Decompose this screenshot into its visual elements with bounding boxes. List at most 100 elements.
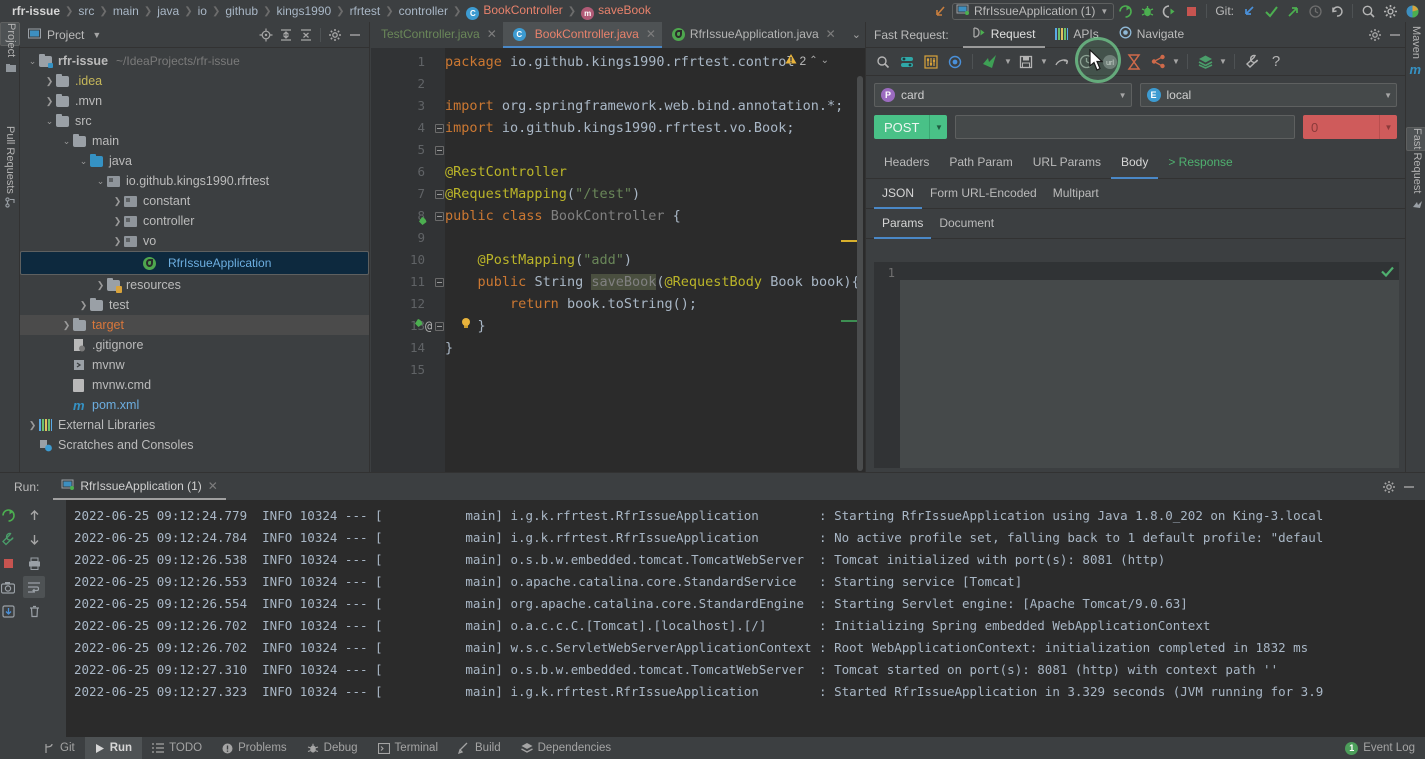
status-bar-item[interactable]: Terminal	[368, 737, 448, 759]
breadcrumb-item[interactable]: controller	[395, 4, 452, 18]
tree-node[interactable]: ❯target	[20, 315, 369, 335]
debug-icon[interactable]	[1136, 1, 1158, 21]
stop-icon[interactable]	[1180, 1, 1202, 21]
chevron-down-icon[interactable]: ▼	[1100, 7, 1108, 16]
chevron-right-icon[interactable]: ❯	[77, 300, 90, 311]
sidebar-item-fast-request[interactable]: Fast Request	[1406, 127, 1425, 151]
wrench-icon[interactable]	[1241, 51, 1263, 73]
expand-all-icon[interactable]	[276, 25, 296, 45]
stop-icon[interactable]	[0, 552, 19, 574]
editor-tab[interactable]: TestController.java✕	[371, 22, 503, 48]
chevron-down-icon[interactable]: ▼	[1119, 91, 1127, 100]
close-icon[interactable]: ✕	[826, 27, 836, 41]
chevron-down-icon[interactable]: ⌄	[60, 136, 73, 147]
tab-request[interactable]: Request	[963, 22, 1046, 48]
json-editor-body[interactable]	[900, 262, 1399, 468]
source-code[interactable]: package io.github.kings1990.rfrtest.cont…	[445, 48, 865, 472]
sidebar-item-pull-requests[interactable]: Pull Requests	[0, 122, 20, 215]
editor-scrollbar[interactable]	[857, 76, 863, 471]
status-bar-item[interactable]: Git	[34, 737, 85, 759]
status-bar-item[interactable]: Debug	[297, 737, 368, 759]
chevron-down-icon[interactable]: ⌄	[26, 56, 39, 67]
breadcrumb-item[interactable]: msaveBook	[577, 3, 655, 20]
hide-icon[interactable]	[1385, 25, 1405, 45]
chevron-down-icon[interactable]: ⌄	[94, 176, 107, 187]
group-icon[interactable]	[896, 51, 918, 73]
chevron-right-icon[interactable]: ❯	[111, 236, 124, 247]
rerun-icon[interactable]	[0, 504, 19, 526]
tree-node[interactable]: ❯.mvn	[20, 91, 369, 111]
config-icon[interactable]	[920, 51, 942, 73]
chevron-down-icon[interactable]: ▼	[1039, 51, 1049, 73]
send-button[interactable]: 0 ▼	[1303, 115, 1397, 139]
run-gutter-icon[interactable]	[411, 318, 424, 334]
stack-icon[interactable]	[1194, 51, 1216, 73]
request-section-tab[interactable]: Path Param	[939, 155, 1022, 179]
body-type-tab[interactable]: Form URL-Encoded	[922, 186, 1045, 209]
push-icon[interactable]	[1282, 1, 1304, 21]
tab-navigate[interactable]: Navigate	[1109, 22, 1194, 48]
breadcrumb-item[interactable]: main	[109, 4, 143, 18]
camera-icon[interactable]	[0, 576, 19, 598]
export-icon[interactable]	[0, 600, 19, 622]
annotation-gutter-icon[interactable]: @	[425, 319, 432, 333]
print-icon[interactable]	[23, 552, 45, 574]
params-tab[interactable]: Document	[931, 216, 1002, 239]
close-icon[interactable]: ✕	[646, 27, 656, 41]
tree-node[interactable]: ❯vo	[20, 231, 369, 251]
target-icon[interactable]	[944, 51, 966, 73]
scroll-up-icon[interactable]	[23, 504, 45, 526]
locate-icon[interactable]	[256, 25, 276, 45]
tree-node[interactable]: ❯test	[20, 295, 369, 315]
run-gutter-icon[interactable]	[415, 216, 428, 232]
code-area[interactable]: 123456789101112131415 @ package io.githu…	[371, 48, 865, 472]
run-configuration-selector[interactable]: RfrIssueApplication (1) ▼	[952, 3, 1114, 20]
editor-tab[interactable]: RfrIssueApplication.java✕	[662, 22, 842, 48]
update-project-icon[interactable]	[1238, 1, 1260, 21]
chevron-right-icon[interactable]: ❯	[111, 196, 124, 207]
json-body-editor[interactable]: 1	[874, 262, 1399, 468]
redo-icon[interactable]	[1051, 51, 1073, 73]
status-bar-item[interactable]: Dependencies	[511, 737, 622, 759]
breadcrumb-item[interactable]: src	[74, 4, 98, 18]
tree-node[interactable]: ⌄rfr-issue~/IdeaProjects/rfr-issue	[20, 51, 369, 71]
url-input[interactable]	[955, 115, 1295, 139]
breadcrumb-item[interactable]: github	[221, 4, 262, 18]
editor-tab-bar[interactable]: TestController.java✕CBookController.java…	[371, 22, 865, 48]
help-icon[interactable]: ?	[1265, 51, 1287, 73]
chevron-down-icon[interactable]: ▼	[1171, 51, 1181, 73]
back-arrow-icon[interactable]	[930, 1, 952, 21]
chevron-down-icon[interactable]: ⌄	[77, 156, 90, 167]
chevron-down-icon[interactable]: ▼	[92, 30, 101, 40]
search-icon[interactable]	[872, 51, 894, 73]
collapse-all-icon[interactable]	[296, 25, 316, 45]
environment-select[interactable]: E local ▼	[1140, 83, 1398, 107]
chevron-down-icon[interactable]: ⌄	[43, 116, 56, 127]
event-log-item[interactable]: 1 Event Log	[1335, 737, 1425, 759]
breadcrumb-item[interactable]: rfrtest	[346, 4, 385, 18]
request-section-tab[interactable]: Body	[1111, 155, 1158, 179]
account-icon[interactable]	[1401, 1, 1423, 21]
request-section-tabs[interactable]: HeadersPath ParamURL ParamsBody> Respons…	[866, 147, 1405, 179]
breadcrumb-item[interactable]: io	[194, 4, 211, 18]
sidebar-item-project[interactable]: Project	[0, 22, 20, 46]
save-icon[interactable]	[1015, 51, 1037, 73]
breadcrumb[interactable]: rfr-issue❯src❯main❯java❯io❯github❯kings1…	[0, 3, 655, 20]
timeout-icon[interactable]	[1123, 51, 1145, 73]
soft-wrap-icon[interactable]	[23, 576, 45, 598]
tree-node[interactable]: ⌄java	[20, 151, 369, 171]
share-icon[interactable]	[1147, 51, 1169, 73]
tree-node[interactable]: ❯External Libraries	[20, 415, 369, 435]
tree-node[interactable]: ⌄src	[20, 111, 369, 131]
status-bar-item[interactable]: Build	[448, 737, 511, 759]
console-output[interactable]: 2022-06-25 09:12:24.779 INFO 10324 --- […	[66, 500, 1425, 737]
chevron-right-icon[interactable]: ❯	[43, 76, 56, 87]
gear-icon[interactable]	[1379, 477, 1399, 497]
project-select[interactable]: P card ▼	[874, 83, 1132, 107]
search-everywhere-icon[interactable]	[1357, 1, 1379, 21]
prev-issue-icon[interactable]: ⌃	[809, 55, 817, 66]
request-section-tab[interactable]: > Response	[1158, 155, 1242, 179]
chevron-down-icon[interactable]: ▼	[1384, 91, 1392, 100]
breadcrumb-item[interactable]: rfr-issue	[8, 4, 64, 18]
request-section-tab[interactable]: Headers	[874, 155, 939, 179]
